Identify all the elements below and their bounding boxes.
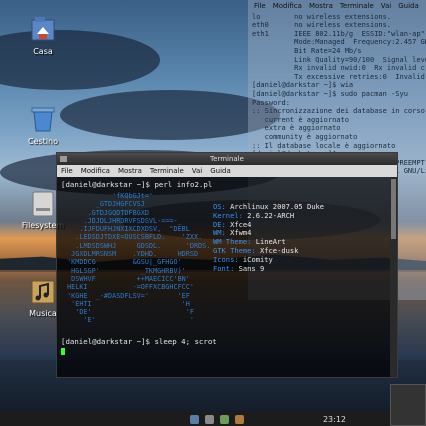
menu-item-terminale[interactable]: Terminale <box>340 2 374 11</box>
panel-launcher-icon[interactable] <box>220 414 229 424</box>
logo-line: .LEDSDJTDXE=OUSCSBFLD. 'ZXX. <box>63 233 203 242</box>
logo-line: HELKI -=OFFXCBGHCFCC' <box>63 283 194 292</box>
workspace-thumbnail[interactable] <box>390 384 426 426</box>
terminal-window[interactable]: Terminale File Modifica Mostra Terminale… <box>56 152 398 378</box>
scrollbar-thumb[interactable] <box>391 179 396 239</box>
terminal-title: Terminale <box>210 155 244 163</box>
trash-icon <box>28 104 58 134</box>
desktop-icon-home[interactable]: Casa <box>13 14 73 56</box>
logo-line: .IJFDUFHJNXIXCDXDSV, "DEBL <box>63 225 190 234</box>
terminal-menubar: File Modifica Mostra Terminale Vai Guida <box>57 165 397 177</box>
info-value: Xfce4 <box>230 219 252 229</box>
terminal-title-bar[interactable]: Terminale <box>57 153 397 165</box>
command-line: [daniel@darkstar ~]$ perl info2.pl <box>61 180 213 189</box>
logo-line: .LMDSDSWHJ GDSDL. 'DRDS. <box>63 241 211 250</box>
desktop-icon-label: Cestino <box>28 137 58 146</box>
info-value: LineArt <box>255 237 286 247</box>
logo-line: .JDJDLJHRDRVFSDSVL-===-_ <box>63 216 182 225</box>
info-key: WM Theme: <box>213 237 256 247</box>
terminal-output-line: [daniel@darkstar ~]$ sudo pacman -Syu <box>252 89 408 98</box>
terminal-output-line: :: Sincronizzazione dei database in cors… <box>252 107 425 116</box>
info-key: DE: <box>213 219 231 229</box>
drive-icon <box>28 188 58 218</box>
terminal-output-line: eth1 IEEE 802.11b/g ESSID:"wlan-ap" <box>252 29 425 38</box>
terminal-scrollbar[interactable] <box>390 177 397 377</box>
panel-launcher-icon[interactable] <box>235 414 244 424</box>
terminal-output-line: :: Il database locale è aggiornato <box>252 141 396 150</box>
menu-item-vai[interactable]: Vai <box>381 2 391 11</box>
arch-ascii-logo: 'fKQbGJt=' _GTDJHGFCVSJ .GTDJGQDTDFBGXD … <box>63 192 223 325</box>
bottom-panel <box>0 412 426 426</box>
info-key: Font: <box>213 263 239 273</box>
menu-item-guida[interactable]: Guida <box>210 165 231 177</box>
terminal-output-line: [daniel@darkstar ~]$ wia <box>252 81 354 90</box>
text-cursor <box>61 348 65 355</box>
info-key: WM: <box>213 228 231 238</box>
info-value: iComity <box>242 254 273 264</box>
menu-item-terminale[interactable]: Terminale <box>150 165 184 177</box>
menu-item-modifica[interactable]: Modifica <box>273 2 302 11</box>
menu-item-modifica[interactable]: Modifica <box>81 165 110 177</box>
menu-item-mostra[interactable]: Mostra <box>309 2 333 11</box>
command-line: [daniel@darkstar ~]$ sleep 4; scrot <box>61 337 217 346</box>
terminal-output-line: Tx excessive retries:0 Invalid m <box>252 72 426 81</box>
info-value: Sans 9 <box>238 263 265 273</box>
info-value: 2.6.22-ARCH <box>247 210 295 220</box>
logo-line: 'KGHE _-#DASDFLSV=' 'EF <box>63 291 190 300</box>
terminal-output-line: Password: <box>252 98 290 107</box>
logo-line: 'KMDDCG &GSU|_GFHGO' <box>63 258 182 267</box>
terminal-output-line: Rx invalid nwid:0 Rx invalid cr <box>252 64 426 73</box>
terminal-output-line: lo no wireless extensions. <box>252 12 392 21</box>
logo-line: _GTDJHGFCVSJ <box>63 200 145 209</box>
logo-line: DSWHVF ++MAECICC'BN' <box>63 274 190 283</box>
terminal-output-line: community è aggiornato <box>252 132 358 141</box>
panel-clock[interactable]: 23:12 <box>323 415 346 424</box>
info-value: Archlinux 2007.05 Duke <box>230 202 325 211</box>
info-key: OS: <box>213 202 231 211</box>
desktop-icon-trash[interactable]: Cestino <box>13 104 73 146</box>
info-value: Xfce-dusk <box>259 245 299 255</box>
home-folder-icon <box>28 14 58 44</box>
desktop-icon-label: Casa <box>33 47 53 56</box>
terminal-output-line: Bit Rate=24 Mb/s <box>252 46 362 55</box>
menu-item-vai[interactable]: Vai <box>192 165 202 177</box>
logo-line: 'EHTI 'H <box>63 299 190 308</box>
info-key: GTK Theme: <box>213 245 260 255</box>
terminal-output-line: eth0 no wireless extensions. <box>252 21 392 30</box>
terminal-output-line: Link Quality=90/100 Signal level <box>252 55 426 64</box>
menu-item-mostra[interactable]: Mostra <box>118 165 142 177</box>
logo-line: 'E' ' <box>63 316 194 325</box>
panel-launcher-icon[interactable] <box>205 414 214 424</box>
terminal-content[interactable]: [daniel@darkstar ~]$ perl info2.pl 'fKQb… <box>57 177 397 355</box>
logo-line: JGXDLMRSNSM .YDHD. HDRSD <box>63 250 199 259</box>
terminal-output-line: current è aggiornato <box>252 115 349 124</box>
menu-item-file[interactable]: File <box>61 165 73 177</box>
menu-item-file[interactable]: File <box>254 2 266 11</box>
system-info-list: OS: Archlinux 2007.05 Duke Kernel: 2.6.22… <box>213 202 325 274</box>
terminal-output-line: extra è aggiornato <box>252 124 341 133</box>
terminal-output-line: Mode:Managed Frequency:2.457 GHz <box>252 38 426 47</box>
logo-line: .GTDJGQDTDFBGXD <box>63 208 149 217</box>
logo-line: 'fKQbGJt=' <box>63 192 154 200</box>
window-menu-icon[interactable] <box>60 156 67 162</box>
panel-launcher-icon[interactable] <box>190 414 199 424</box>
system-info-row: Font: Sans 9 <box>213 263 324 274</box>
menu-item-guida[interactable]: Guida <box>398 2 419 11</box>
info-value: Xfwm4 <box>230 228 252 238</box>
music-folder-icon <box>28 276 58 306</box>
info-key: Icons: <box>213 254 243 264</box>
logo-line: 'DE' 'F <box>63 308 194 317</box>
info-key: Kernel: <box>213 210 248 220</box>
background-terminal-menubar: File Modifica Mostra Terminale Vai Guida <box>248 0 426 13</box>
logo-line: HGLSGP' _TKMGHRBV)' <box>63 266 186 275</box>
